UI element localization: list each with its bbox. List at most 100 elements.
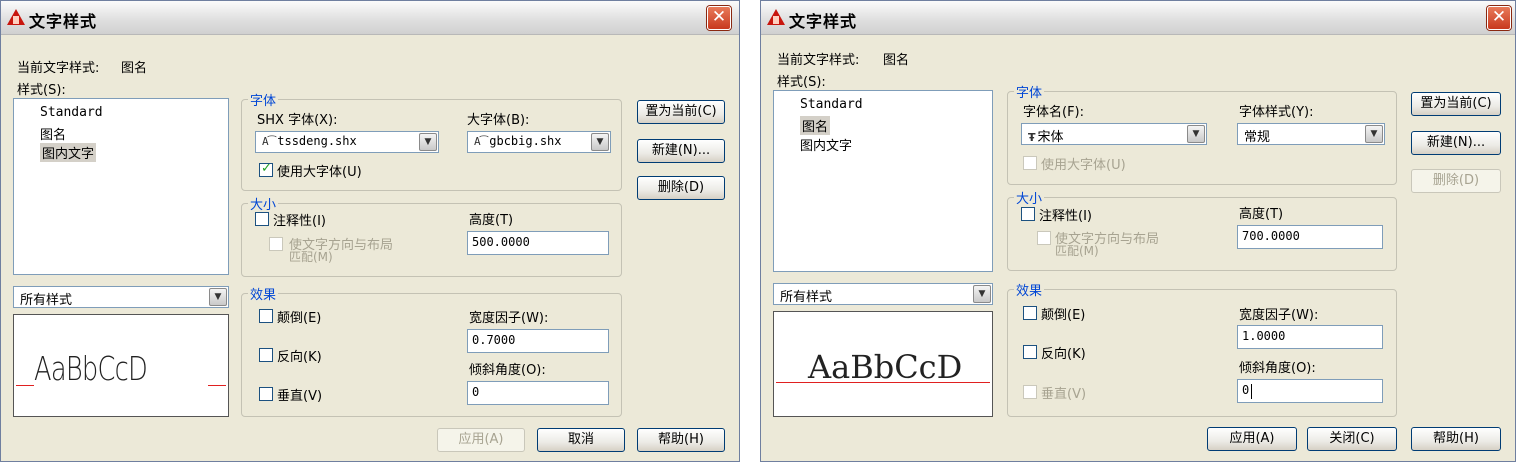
font-style-dropdown[interactable]: 常规 ▼ bbox=[1237, 123, 1385, 145]
font-name-dropdown[interactable]: Ŧ 宋体 ▼ bbox=[1021, 123, 1207, 145]
dialog-title: 文字样式 bbox=[29, 12, 98, 31]
styles-label: 样式(S): bbox=[777, 75, 826, 90]
height-value: 700.0000 bbox=[1242, 229, 1300, 243]
width-factor-value: 1.0000 bbox=[1242, 329, 1286, 343]
chevron-down-icon[interactable]: ▼ bbox=[209, 288, 227, 306]
chevron-down-icon[interactable]: ▼ bbox=[419, 133, 437, 151]
backwards-checkbox[interactable] bbox=[259, 348, 273, 362]
list-item-tuming[interactable]: 图名 bbox=[40, 124, 66, 143]
list-item-tunei-wenzi[interactable]: 图内文字 bbox=[800, 135, 852, 154]
new-button[interactable]: 新建(N)... bbox=[1411, 131, 1501, 155]
backwards-checkbox[interactable] bbox=[1023, 345, 1037, 359]
upside-down-checkbox[interactable] bbox=[1023, 306, 1037, 320]
autocad-logo-icon bbox=[7, 9, 25, 25]
dialog-title: 文字样式 bbox=[789, 12, 858, 31]
use-bigfont-label: 使用大字体(U) bbox=[1041, 158, 1126, 173]
apply-button[interactable]: 应用(A) bbox=[437, 428, 525, 452]
help-button[interactable]: 帮助(H) bbox=[637, 428, 725, 452]
close-button[interactable]: ✕ bbox=[707, 6, 731, 30]
chevron-down-icon[interactable]: ▼ bbox=[973, 285, 991, 303]
bigfont-label: 大字体(B): bbox=[467, 113, 530, 128]
match-orientation-checkbox[interactable] bbox=[269, 237, 283, 251]
height-label: 高度(T) bbox=[469, 213, 514, 228]
vertical-checkbox[interactable] bbox=[1023, 385, 1037, 399]
delete-button[interactable]: 删除(D) bbox=[1411, 169, 1501, 193]
oblique-angle-label: 倾斜角度(O): bbox=[469, 363, 546, 378]
preview-text: AaBbCcD bbox=[34, 349, 148, 388]
width-factor-label: 宽度因子(W): bbox=[469, 311, 549, 326]
set-current-button[interactable]: 置为当前(C) bbox=[637, 100, 725, 124]
match-orientation-label-2: 匹配(M) bbox=[289, 250, 333, 264]
backwards-label: 反向(K) bbox=[277, 350, 322, 365]
baseline-left bbox=[16, 385, 34, 386]
current-style-label: 当前文字样式: bbox=[777, 53, 860, 68]
list-item-tunei-wenzi[interactable]: 图内文字 bbox=[40, 143, 97, 162]
style-filter-dropdown[interactable]: 所有样式 ▼ bbox=[773, 283, 993, 305]
close-dialog-button[interactable]: 关闭(C) bbox=[1307, 427, 1397, 451]
text-caret bbox=[1251, 384, 1252, 399]
oblique-angle-input[interactable]: 0 bbox=[467, 381, 609, 405]
shx-font-value: tssdeng.shx bbox=[277, 134, 357, 148]
use-bigfont-label: 使用大字体(U) bbox=[277, 165, 362, 180]
vertical-checkbox[interactable] bbox=[259, 387, 273, 401]
set-current-button[interactable]: 置为当前(C) bbox=[1411, 92, 1501, 116]
oblique-angle-value: 0 bbox=[472, 385, 480, 399]
title-bar[interactable]: 文字样式 ✕ bbox=[1, 1, 739, 35]
style-filter-value: 所有样式 bbox=[780, 290, 833, 305]
match-orientation-checkbox[interactable] bbox=[1037, 231, 1051, 245]
font-group-title: 字体 bbox=[248, 90, 279, 109]
width-factor-input[interactable]: 0.7000 bbox=[467, 329, 609, 353]
chevron-down-icon[interactable]: ▼ bbox=[591, 133, 609, 151]
upside-down-label: 颠倒(E) bbox=[277, 311, 322, 326]
font-name-label: 字体名(F): bbox=[1023, 105, 1085, 120]
text-style-dialog-truetype: 文字样式 ✕ 当前文字样式: 图名 样式(S): Standard 图名 图内文… bbox=[760, 0, 1516, 462]
chevron-down-icon[interactable]: ▼ bbox=[1187, 125, 1205, 143]
close-button[interactable]: ✕ bbox=[1487, 6, 1511, 30]
bigfont-value: gbcbig.shx bbox=[489, 134, 562, 148]
match-orientation-label-2: 匹配(M) bbox=[1055, 244, 1099, 258]
font-style-value: 常规 bbox=[1244, 130, 1271, 145]
height-input[interactable]: 500.0000 bbox=[467, 231, 609, 255]
annotative-checkbox[interactable] bbox=[1021, 207, 1035, 221]
help-button[interactable]: 帮助(H) bbox=[1411, 427, 1501, 451]
style-filter-dropdown[interactable]: 所有样式 ▼ bbox=[13, 286, 229, 308]
list-item-standard[interactable]: Standard bbox=[800, 97, 863, 112]
text-style-dialog-shx: 文字样式 ✕ 当前文字样式: 图名 样式(S): Standard 图名 图内文… bbox=[0, 0, 740, 462]
backwards-label: 反向(K) bbox=[1041, 347, 1086, 362]
apply-button[interactable]: 应用(A) bbox=[1207, 427, 1297, 451]
width-factor-value: 0.7000 bbox=[472, 333, 516, 347]
height-value: 500.0000 bbox=[472, 235, 530, 249]
effects-group-title: 效果 bbox=[1014, 280, 1045, 299]
bigfont-dropdown[interactable]: A͡ gbcbig.shx ▼ bbox=[467, 131, 611, 153]
delete-button[interactable]: 删除(D) bbox=[637, 176, 725, 200]
use-bigfont-checkbox[interactable] bbox=[259, 161, 273, 177]
list-item-tuming[interactable]: 图名 bbox=[800, 116, 831, 135]
styles-list[interactable]: Standard 图名 图内文字 bbox=[773, 90, 993, 272]
cancel-button[interactable]: 取消 bbox=[537, 428, 625, 452]
preview-box: AaBbCcD bbox=[773, 311, 993, 417]
font-style-label: 字体样式(Y): bbox=[1239, 105, 1314, 120]
oblique-angle-input[interactable]: 0 bbox=[1237, 379, 1383, 403]
autocad-logo-icon bbox=[767, 9, 785, 25]
use-bigfont-checkbox[interactable] bbox=[1023, 156, 1037, 170]
new-button[interactable]: 新建(N)... bbox=[637, 139, 725, 163]
shx-font-dropdown[interactable]: A͡ tssdeng.shx ▼ bbox=[255, 131, 439, 153]
upside-down-label: 颠倒(E) bbox=[1041, 308, 1086, 323]
annotative-label: 注释性(I) bbox=[1039, 209, 1092, 224]
title-bar[interactable]: 文字样式 ✕ bbox=[761, 1, 1515, 35]
annotative-label: 注释性(I) bbox=[273, 214, 326, 229]
width-factor-input[interactable]: 1.0000 bbox=[1237, 325, 1383, 349]
shx-font-label: SHX 字体(X): bbox=[257, 113, 338, 128]
annotative-checkbox[interactable] bbox=[255, 212, 269, 226]
chevron-down-icon[interactable]: ▼ bbox=[1365, 125, 1383, 143]
height-input[interactable]: 700.0000 bbox=[1237, 225, 1383, 249]
upside-down-checkbox[interactable] bbox=[259, 309, 273, 323]
shx-font-icon: A͡ bbox=[474, 135, 488, 148]
styles-list[interactable]: Standard 图名 图内文字 bbox=[13, 98, 229, 275]
oblique-angle-value: 0 bbox=[1242, 383, 1250, 397]
preview-text: AaBbCcD bbox=[808, 348, 963, 386]
list-item-standard[interactable]: Standard bbox=[40, 105, 103, 120]
oblique-angle-label: 倾斜角度(O): bbox=[1239, 361, 1316, 376]
baseline-right bbox=[208, 385, 226, 386]
width-factor-label: 宽度因子(W): bbox=[1239, 308, 1319, 323]
